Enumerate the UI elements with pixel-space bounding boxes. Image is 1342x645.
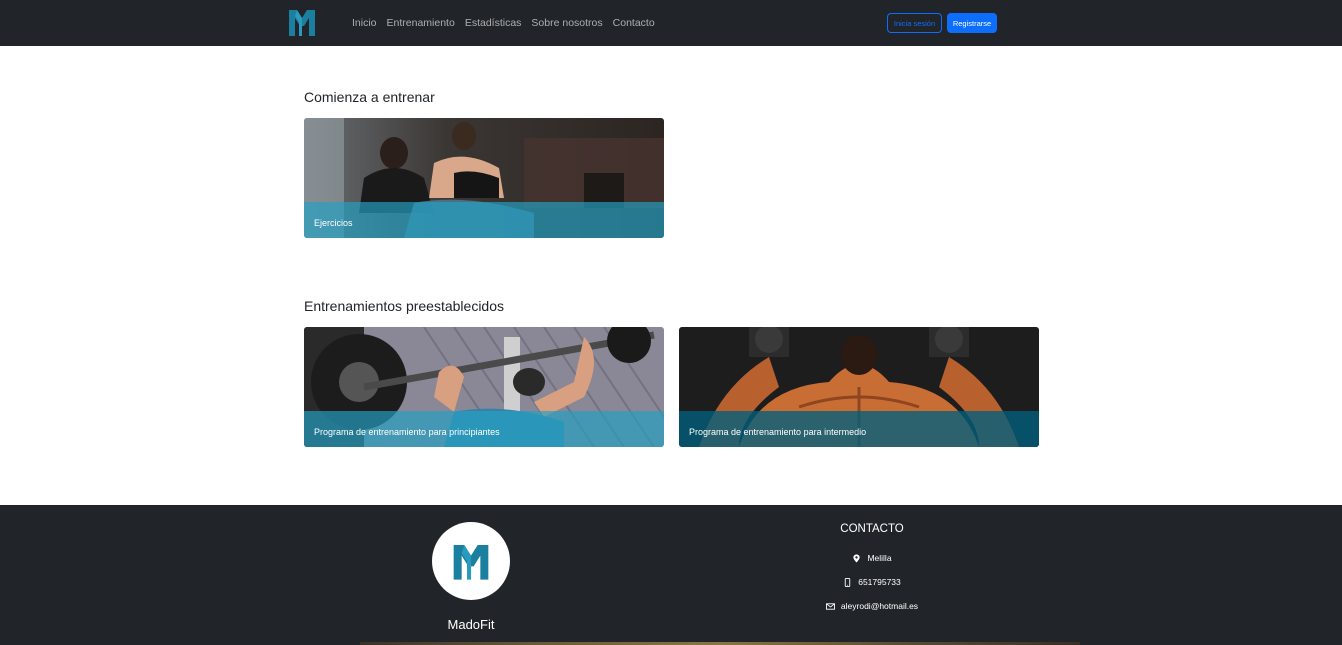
navbar: Inicio Entrenamiento Estadísticas Sobre … (0, 0, 1342, 46)
intermediate-program-card-label: Programa de entrenamiento para intermedi… (689, 427, 867, 437)
map-pin-icon (853, 553, 861, 563)
footer-brand-name: MadoFit (447, 617, 495, 632)
contact-title: CONTACTO (840, 523, 904, 535)
exercises-card-label: Ejercicios (314, 218, 353, 228)
contact-location-text: Melilla (867, 553, 892, 563)
exercises-card-overlay (304, 202, 664, 238)
nav-link-contacto[interactable]: Contacto (613, 17, 655, 29)
envelope-icon (825, 602, 835, 610)
contact-location: Melilla (772, 553, 972, 563)
nav-link-estadisticas[interactable]: Estadísticas (465, 17, 522, 29)
intermediate-program-card[interactable]: Programa de entrenamiento para intermedi… (679, 327, 1039, 447)
phone-icon (845, 577, 851, 587)
contact-email: aleyrodi@hotmail.es (772, 601, 972, 611)
contact-email-text[interactable]: aleyrodi@hotmail.es (841, 601, 918, 611)
nav-link-inicio[interactable]: Inicio (352, 17, 377, 29)
footer: MadoFit CONTACTO Melilla 651795733 aleyr… (0, 505, 1342, 645)
footer-logo[interactable] (432, 522, 510, 600)
nav-link-sobre-nosotros[interactable]: Sobre nosotros (531, 17, 602, 29)
contact-phone-text: 651795733 (858, 577, 901, 587)
beginner-program-card[interactable]: Programa de entrenamiento para principia… (304, 327, 664, 447)
nav-link-entrenamiento[interactable]: Entrenamiento (387, 17, 455, 29)
beginner-program-card-label: Programa de entrenamiento para principia… (314, 427, 500, 437)
exercises-card[interactable]: Ejercicios (304, 118, 664, 238)
contact-phone: 651795733 (772, 577, 972, 587)
login-button[interactable]: Inicia sesión (887, 13, 942, 33)
register-button[interactable]: Registrarse (947, 13, 997, 33)
start-section-title: Comienza a entrenar (304, 89, 435, 105)
preset-section-title: Entrenamientos preestablecidos (304, 298, 505, 314)
madofit-logo-icon[interactable] (287, 6, 317, 38)
nav-links: Inicio Entrenamiento Estadísticas Sobre … (352, 0, 655, 46)
madofit-logo-icon (453, 545, 489, 580)
